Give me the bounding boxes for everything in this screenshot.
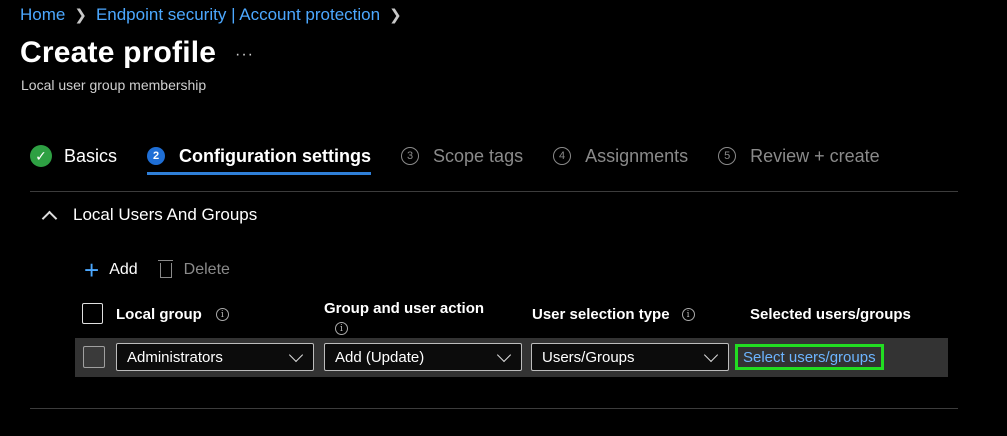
dropdown-value: Users/Groups — [542, 348, 635, 366]
divider — [30, 191, 958, 192]
checkmark-icon: ✓ — [30, 145, 52, 167]
column-header-selection-type: User selection type — [532, 306, 670, 323]
page-subtitle: Local user group membership — [21, 77, 207, 93]
local-group-dropdown[interactable]: Administrators — [116, 343, 314, 371]
add-label: Add — [109, 261, 138, 278]
step-label: Basics — [64, 145, 118, 166]
section-title: Local Users And Groups — [73, 205, 258, 224]
step-basics[interactable]: ✓ Basics — [30, 140, 117, 172]
info-icon[interactable]: i — [215, 308, 229, 321]
group-user-action-dropdown[interactable]: Add (Update) — [324, 343, 522, 371]
dropdown-value: Add (Update) — [335, 348, 425, 366]
step-number-icon: 3 — [401, 147, 420, 165]
breadcrumb-account-protection-link[interactable]: Endpoint security | Account protection — [96, 5, 380, 25]
chevron-down-icon — [496, 347, 512, 363]
chevron-down-icon — [288, 347, 304, 363]
column-header-action: Group and user action — [324, 300, 485, 317]
step-label: Configuration settings — [179, 145, 372, 166]
delete-button[interactable]: Delete — [157, 259, 230, 279]
step-scope-tags[interactable]: 3 Scope tags — [401, 140, 523, 172]
step-review-create[interactable]: 5 Review + create — [718, 140, 880, 172]
step-number-icon: 2 — [147, 147, 166, 165]
chevron-right-icon: ❯ — [389, 7, 402, 24]
user-selection-type-dropdown[interactable]: Users/Groups — [531, 343, 729, 371]
toolbar: + Add Delete — [84, 255, 252, 285]
column-header-selected: Selected users/groups — [750, 306, 911, 323]
step-label: Review + create — [750, 145, 880, 166]
step-assignments[interactable]: 4 Assignments — [553, 140, 688, 172]
table-header: Local group i Group and user action i Us… — [82, 300, 948, 336]
dropdown-value: Administrators — [127, 348, 223, 366]
chevron-up-icon — [41, 210, 58, 226]
section-toggle-local-users-groups[interactable]: Local Users And Groups — [41, 205, 258, 226]
row-checkbox[interactable] — [83, 346, 105, 368]
step-configuration-settings[interactable]: 2 Configuration settings — [147, 140, 372, 175]
chevron-right-icon: ❯ — [74, 7, 87, 24]
add-button[interactable]: + Add — [84, 255, 138, 285]
more-options-icon[interactable]: ··· — [235, 46, 254, 64]
breadcrumb: Home ❯ Endpoint security | Account prote… — [20, 4, 411, 26]
step-number-icon: 5 — [718, 147, 737, 165]
select-users-groups-link[interactable]: Select users/groups — [735, 344, 884, 370]
divider — [30, 408, 958, 409]
breadcrumb-home-link[interactable]: Home — [20, 5, 65, 25]
info-icon[interactable]: i — [335, 322, 348, 335]
step-label: Scope tags — [433, 145, 524, 166]
wizard-steps: ✓ Basics 2 Configuration settings 3 Scop… — [30, 140, 910, 175]
info-icon[interactable]: i — [681, 308, 695, 321]
page-title: Create profile — [20, 36, 217, 69]
table-row: Administrators Add (Update) Users/Groups… — [75, 338, 948, 377]
column-header-local-group: Local group — [116, 306, 202, 323]
step-number-icon: 4 — [553, 147, 572, 165]
delete-label: Delete — [183, 261, 230, 278]
plus-icon: + — [84, 255, 100, 285]
step-label: Assignments — [585, 145, 689, 166]
trash-icon — [157, 259, 173, 278]
select-all-checkbox[interactable] — [82, 303, 103, 324]
chevron-down-icon — [703, 347, 719, 363]
